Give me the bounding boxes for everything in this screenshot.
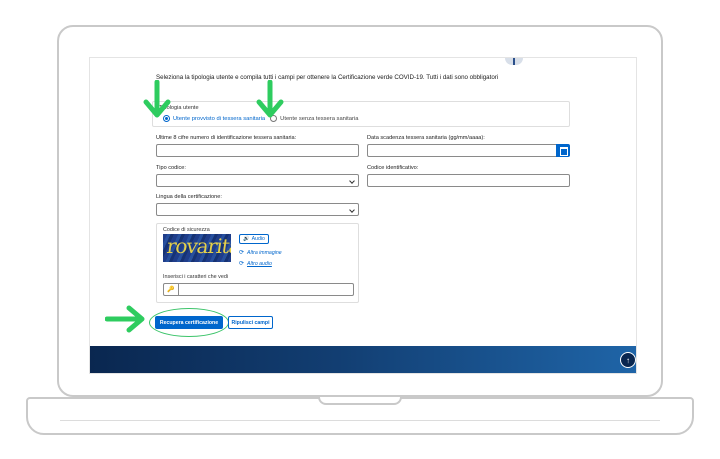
refresh-icon: ⟳ bbox=[239, 250, 245, 256]
language-label: Lingua della certificazione: bbox=[156, 194, 222, 200]
health-card-input[interactable] bbox=[156, 144, 359, 157]
user-type-fieldset: Tipologia utente Utente provvisto di tes… bbox=[152, 101, 570, 127]
calendar-icon[interactable] bbox=[556, 144, 570, 157]
captcha-box: Codice di sicurezza rovarita 🔊 Audio ⟳ A… bbox=[156, 223, 359, 303]
captcha-image-text: rovarita bbox=[165, 234, 231, 258]
header-logo bbox=[505, 58, 523, 65]
captcha-input-label: Inserisci i caratteri che vedi bbox=[163, 274, 229, 280]
expiry-date-input[interactable] bbox=[367, 144, 557, 157]
radio-with-health-card-label[interactable]: Utente provvisto di tessera sanitaria bbox=[173, 116, 265, 122]
key-icon: 🔑 bbox=[164, 284, 179, 295]
captcha-other-image-label: Altra immagine bbox=[247, 249, 282, 256]
language-select[interactable] bbox=[156, 203, 359, 216]
expiry-date-label: Data scadenza tessera sanitaria (gg/mm/a… bbox=[367, 135, 485, 141]
browser-page: Seleziona la tipologia utente e compila … bbox=[89, 57, 637, 374]
laptop-notch bbox=[318, 397, 402, 405]
arrow-down-icon bbox=[256, 80, 284, 118]
captcha-audio-label: Audio bbox=[251, 236, 265, 242]
arrow-right-icon bbox=[105, 305, 145, 333]
captcha-image: rovarita bbox=[163, 234, 231, 262]
laptop-base-line bbox=[60, 420, 660, 421]
refresh-icon: ⟳ bbox=[239, 261, 245, 267]
code-type-label: Tipo codice: bbox=[156, 165, 186, 171]
code-id-input[interactable] bbox=[367, 174, 570, 187]
intro-text: Seleziona la tipologia utente e compila … bbox=[156, 74, 499, 81]
recover-certification-button[interactable]: Recupera certificazione bbox=[155, 316, 223, 329]
captcha-other-audio-label: Altro audio bbox=[247, 260, 272, 267]
code-type-select[interactable] bbox=[156, 174, 359, 187]
health-card-label: Ultime 8 cifre numero di identificazione… bbox=[156, 135, 297, 141]
page-footer: ↑ bbox=[90, 346, 636, 373]
clear-fields-button[interactable]: Ripulisci campi bbox=[228, 316, 273, 329]
captcha-input[interactable]: 🔑 bbox=[163, 283, 354, 296]
radio-without-health-card-label[interactable]: Utente senza tessera sanitaria bbox=[280, 116, 358, 122]
tutorial-illustration: Seleziona la tipologia utente e compila … bbox=[0, 0, 720, 459]
captcha-audio-button[interactable]: 🔊 Audio bbox=[239, 234, 269, 244]
arrow-up-icon[interactable]: ↑ bbox=[620, 352, 636, 368]
captcha-other-image-link[interactable]: ⟳ Altra immagine bbox=[239, 249, 282, 257]
captcha-title: Codice di sicurezza bbox=[163, 227, 210, 233]
code-id-label: Codice identificativo: bbox=[367, 165, 419, 171]
speaker-icon: 🔊 bbox=[243, 236, 250, 242]
arrow-down-icon bbox=[143, 80, 171, 118]
captcha-other-audio-link[interactable]: ⟳ Altro audio bbox=[239, 260, 272, 268]
